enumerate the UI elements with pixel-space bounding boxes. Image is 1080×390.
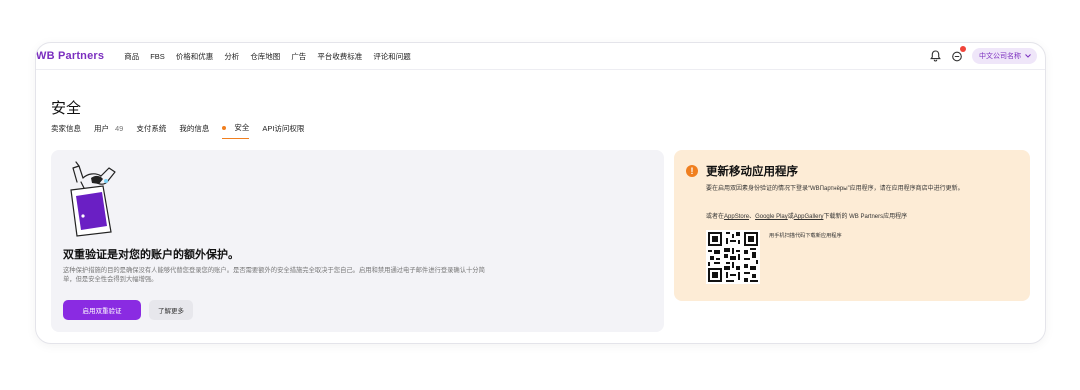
app-update-notice: ! 更新移动应用程序 要在启用双因素身份验证的情况下登录“WBПартнёры”…	[674, 150, 1030, 301]
tab-label: 支付系统	[136, 124, 167, 133]
nav-item-analytics[interactable]: 分析	[224, 51, 239, 62]
nav-item-products[interactable]: 商品	[124, 51, 139, 62]
qr-caption: 用手机扫描代码下载新应用程序	[769, 233, 842, 239]
tab-payment-system[interactable]: 支付系统	[136, 123, 166, 139]
chevron-down-icon	[1025, 54, 1031, 58]
two-factor-card: 双重验证是对您的账户的额外保护。 这种保护措施的目的是确保没有人能够代替您登录您…	[51, 150, 664, 332]
users-count: 49	[115, 124, 124, 133]
header-actions: 中文公司名称	[928, 46, 1037, 64]
settings-tabs: 卖家信息 用户 49 支付系统 我的信息 安全 API访问权限	[51, 121, 317, 139]
active-dot-icon	[222, 125, 227, 130]
tab-label: 安全	[234, 123, 250, 132]
google-play-link[interactable]: Google Play	[755, 214, 788, 220]
appgallery-link[interactable]: AppGallery	[794, 214, 824, 220]
app-store-links: 或者在AppStore、Google Play或AppGallery下载新的 W…	[706, 211, 907, 220]
app-update-description: 要在启用双因素身份验证的情况下登录“WBПартнёры”应用程序，请在应用程序…	[706, 186, 964, 192]
app-window: WB Partners 商品 FBS 价格和优惠 分析 仓库地图 广告 平台收费…	[35, 42, 1046, 344]
tab-label: 卖家信息	[51, 124, 81, 133]
account-switcher[interactable]: 中文公司名称	[972, 48, 1037, 64]
warning-icon: !	[686, 165, 698, 177]
wb-partners-logo[interactable]: WB Partners	[36, 50, 104, 62]
bell-icon[interactable]	[928, 49, 942, 63]
main-nav: 商品 FBS 价格和优惠 分析 仓库地图 广告 平台收费标准 评论和问题	[124, 51, 422, 62]
two-factor-title: 双重验证是对您的账户的额外保护。	[63, 249, 239, 261]
tab-label: 用户	[94, 124, 109, 133]
nav-item-reviews[interactable]: 评论和问题	[373, 51, 411, 62]
two-factor-description: 这种保护措施的目的是确保没有人能够代替您登录您的账户。是否需要额外的安全措施完全…	[63, 267, 485, 283]
tab-seller-info[interactable]: 卖家信息	[51, 123, 81, 139]
learn-more-button[interactable]: 了解更多	[149, 300, 193, 320]
nav-item-ads[interactable]: 广告	[291, 51, 306, 62]
phone-illustration	[70, 161, 116, 237]
tab-users[interactable]: 用户 49	[94, 123, 123, 139]
tab-api-access[interactable]: API访问权限	[262, 123, 304, 139]
tab-my-info[interactable]: 我的信息	[179, 123, 209, 139]
account-label: 中文公司名称	[979, 53, 1021, 60]
notification-badge	[960, 46, 966, 52]
enable-2fa-button[interactable]: 启用双重验证	[63, 300, 141, 320]
tab-label: API访问权限	[262, 124, 305, 133]
links-prefix: 或者在	[706, 214, 725, 220]
nav-item-warehouse-map[interactable]: 仓库地图	[250, 51, 280, 62]
page-title: 安全	[51, 100, 82, 117]
links-suffix: 下载新的 WB Partners应用程序	[823, 214, 908, 220]
nav-item-fbs[interactable]: FBS	[150, 52, 165, 61]
tab-label: 我的信息	[179, 124, 210, 133]
top-navigation-bar: WB Partners 商品 FBS 价格和优惠 分析 仓库地图 广告 平台收费…	[36, 43, 1045, 70]
qr-code	[706, 230, 760, 284]
chat-icon[interactable]	[950, 46, 966, 63]
nav-item-prices[interactable]: 价格和优惠	[176, 51, 214, 62]
nav-item-fees[interactable]: 平台收费标准	[317, 51, 362, 62]
tab-security[interactable]: 安全	[222, 122, 250, 139]
appstore-link[interactable]: AppStore	[724, 214, 749, 220]
app-update-title: 更新移动应用程序	[706, 166, 798, 178]
